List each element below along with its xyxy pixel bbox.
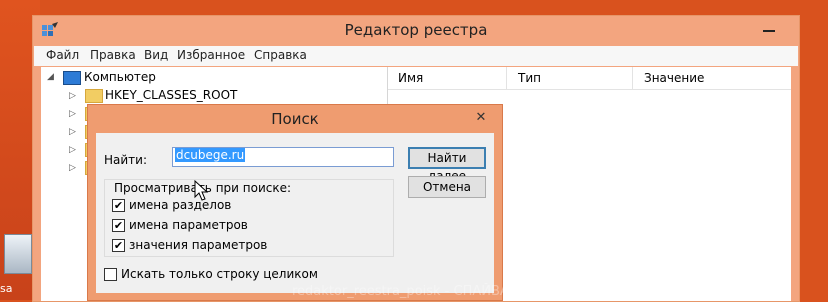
column-name[interactable]: Имя [398, 71, 423, 85]
match-whole-string-checkbox[interactable] [104, 268, 117, 281]
desktop-file-icon[interactable] [4, 234, 32, 274]
cancel-button[interactable]: Отмена [408, 176, 486, 198]
menu-view[interactable]: Вид [144, 48, 168, 62]
expand-arrow-icon[interactable]: ▷ [69, 145, 76, 155]
menu-bar: Файл Правка Вид Избранное Справка [34, 46, 798, 66]
column-divider[interactable] [506, 67, 507, 89]
column-type[interactable]: Тип [518, 71, 541, 85]
keys-checkbox[interactable]: ✔ [112, 199, 125, 212]
tree-root-computer[interactable]: Компьютер [84, 70, 156, 84]
find-dialog-title: Поиск [271, 110, 319, 128]
tree-key-hkcr[interactable]: HKEY_CLASSES_ROOT [105, 88, 237, 102]
desktop-icon-label[interactable]: sa [0, 282, 12, 295]
match-whole-string-label[interactable]: Искать только строку целиком [121, 267, 318, 281]
registry-window-title: Редактор реестра [344, 21, 488, 39]
mouse-cursor-icon [194, 180, 209, 201]
expand-arrow-icon[interactable]: ▷ [69, 127, 76, 137]
values-checkbox[interactable]: ✔ [112, 219, 125, 232]
values-checkbox-label[interactable]: имена параметров [129, 218, 248, 232]
watermark-text: redaktor_reestra_poisk - СПАЙВАРЕ.ру [292, 284, 545, 299]
menu-help[interactable]: Справка [254, 48, 307, 62]
column-header: Имя Тип Значение [388, 67, 791, 90]
menu-edit[interactable]: Правка [90, 48, 136, 62]
find-what-value: dcubege.ru [175, 148, 246, 162]
computer-icon [63, 71, 81, 85]
column-divider[interactable] [632, 67, 633, 89]
expand-arrow-icon[interactable]: ▷ [69, 163, 76, 173]
find-dialog: Поиск ✕ Найти: dcubege.ru Найти далее От… [87, 104, 503, 301]
menu-file[interactable]: Файл [46, 48, 79, 62]
expand-arrow-icon[interactable]: ▷ [69, 91, 76, 101]
keys-checkbox-label[interactable]: имена разделов [129, 198, 231, 212]
find-label: Найти: [104, 153, 148, 167]
registry-titlebar[interactable]: Редактор реестра [33, 16, 799, 46]
find-dialog-titlebar[interactable]: Поиск ✕ [88, 105, 502, 133]
find-dialog-body: Найти: dcubege.ru Найти далее Отмена Про… [96, 133, 494, 293]
collapse-arrow-icon[interactable]: ◢ [47, 72, 54, 82]
find-what-input[interactable]: dcubege.ru [172, 147, 394, 167]
expand-arrow-icon[interactable]: ▷ [69, 109, 76, 119]
column-value[interactable]: Значение [644, 71, 704, 85]
minimize-button[interactable] [749, 20, 789, 40]
close-icon[interactable]: ✕ [466, 109, 496, 127]
find-next-button[interactable]: Найти далее [408, 147, 486, 183]
menu-favorites[interactable]: Избранное [177, 48, 245, 62]
data-checkbox-label[interactable]: значения параметров [129, 238, 267, 252]
folder-icon [85, 89, 103, 103]
data-checkbox[interactable]: ✔ [112, 239, 125, 252]
